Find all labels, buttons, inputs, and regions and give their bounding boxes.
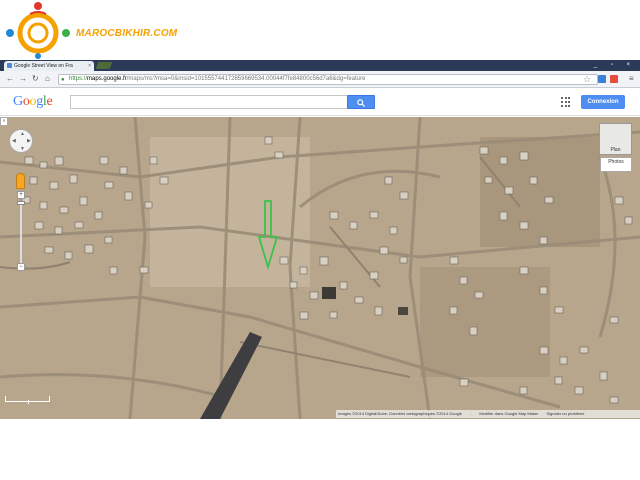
map-type-label: Plan: [610, 147, 621, 153]
zoom-control: + −: [17, 191, 25, 271]
browser-toolbar: ← → ↻ ⌂ ● https://maps.google.fr/maps/ms…: [0, 71, 640, 88]
lock-icon: ●: [61, 77, 65, 83]
zoom-slider-track[interactable]: [20, 201, 22, 263]
menu-icon[interactable]: ≡: [629, 74, 634, 84]
watermark-logo: MAROCBIKHIR.COM: [0, 0, 200, 60]
browser-tab-bar: Google Street View en Fra × _ ▫ ×: [0, 60, 640, 71]
report-problem-link[interactable]: Signaler un problème: [546, 411, 584, 416]
maps-favicon-icon: [7, 63, 12, 68]
maps-header: Google Connexion: [0, 89, 640, 116]
pan-control[interactable]: ▲ ▼ ◀ ▶: [9, 129, 33, 153]
photos-button[interactable]: Photos: [600, 157, 632, 172]
url-scheme: https://: [69, 76, 88, 82]
zoom-slider-knob[interactable]: [17, 201, 25, 205]
satellite-imagery: [0, 117, 640, 419]
reload-icon[interactable]: ↻: [32, 74, 39, 84]
photos-label: Photos: [608, 159, 624, 165]
browser-tab[interactable]: Google Street View en Fra ×: [4, 61, 94, 71]
pegman-icon[interactable]: [16, 173, 25, 189]
satellite-map[interactable]: [0, 117, 640, 419]
pan-right-icon[interactable]: ▶: [27, 138, 31, 144]
search-button[interactable]: [347, 95, 375, 109]
attribution-separator: -: [469, 411, 472, 416]
zoom-out-button[interactable]: −: [17, 263, 25, 271]
map-attribution: Images ©2014 DigitalGlobe, Données carto…: [336, 410, 640, 418]
attribution-text: Images ©2014 DigitalGlobe, Données carto…: [338, 411, 462, 416]
new-tab-button[interactable]: [95, 62, 113, 69]
map-type-toggle[interactable]: Plan: [599, 123, 632, 155]
google-logo[interactable]: Google: [13, 94, 53, 110]
pan-left-icon[interactable]: ◀: [12, 138, 16, 144]
scale-bar-secondary: [5, 400, 29, 404]
pan-up-icon[interactable]: ▲: [20, 131, 25, 137]
watermark-text: MAROCBIKHIR.COM: [76, 28, 178, 39]
search-icon: [357, 99, 366, 108]
pan-down-icon[interactable]: ▼: [20, 146, 25, 152]
window-controls[interactable]: _ ▫ ×: [594, 60, 636, 70]
map-maker-link[interactable]: Modifier dans Google Map Maker: [479, 411, 538, 416]
extension-icon[interactable]: [598, 75, 606, 83]
zoom-in-button[interactable]: +: [17, 191, 25, 199]
search-input[interactable]: [70, 95, 348, 109]
url-host: maps.google.fr: [87, 76, 127, 82]
tab-title: Google Street View en Fra: [14, 63, 73, 69]
watermark-emblem-icon: [6, 2, 70, 59]
star-icon[interactable]: ☆: [583, 74, 591, 84]
sign-in-button[interactable]: Connexion: [581, 95, 625, 109]
extension-icon-2[interactable]: [610, 75, 618, 83]
forward-icon[interactable]: →: [19, 74, 27, 84]
apps-grid-icon[interactable]: [561, 97, 571, 107]
tab-close-icon[interactable]: ×: [88, 61, 91, 71]
url-path: /maps/ms?msa=0&msid=10155574417285966953…: [126, 76, 366, 82]
layer-toggle-button[interactable]: »: [0, 117, 8, 126]
home-icon[interactable]: ⌂: [45, 74, 50, 84]
back-icon[interactable]: ←: [6, 74, 14, 84]
address-bar[interactable]: ● https://maps.google.fr/maps/ms?msa=0&m…: [58, 74, 598, 85]
